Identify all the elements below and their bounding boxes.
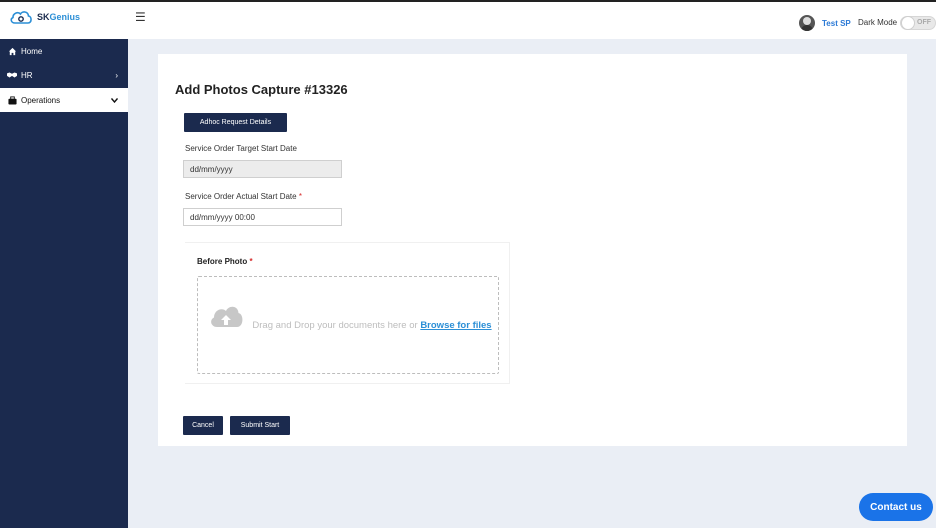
cancel-button[interactable]: Cancel — [183, 416, 223, 435]
page-title: Add Photos Capture #13326 — [175, 82, 348, 97]
dark-mode-toggle[interactable]: OFF — [900, 16, 936, 30]
sidebar-item-home[interactable]: Home — [0, 39, 128, 63]
actual-start-field[interactable]: dd/mm/yyyy 00:00 — [183, 208, 342, 226]
brand-name: SKGenius — [37, 12, 81, 22]
sidebar-item-label: Operations — [21, 95, 61, 105]
submit-start-button[interactable]: Submit Start — [230, 416, 290, 435]
required-mark: * — [249, 257, 253, 266]
toggle-knob — [901, 16, 915, 30]
avatar — [799, 15, 815, 31]
menu-toggle-icon[interactable]: ☰ — [135, 10, 146, 24]
sidebar: Home HR › Operations — [0, 39, 128, 528]
sidebar-item-label: Home — [21, 46, 43, 56]
handshake-icon — [7, 70, 17, 80]
toggle-state: OFF — [917, 19, 931, 26]
cloud-logo-icon — [10, 11, 32, 24]
brand-logo[interactable]: SKGenius — [9, 8, 80, 26]
required-mark: * — [298, 192, 302, 201]
user-name[interactable]: Test SP — [822, 19, 851, 28]
briefcase-icon — [7, 95, 17, 105]
sidebar-item-hr[interactable]: HR › — [0, 63, 128, 87]
dark-mode-label: Dark Mode — [858, 18, 898, 27]
sidebar-item-operations[interactable]: Operations — [0, 88, 128, 112]
browse-files-link[interactable]: Browse for files — [420, 320, 491, 331]
target-start-field: dd/mm/yyyy — [183, 160, 342, 178]
chevron-right-icon: › — [115, 70, 118, 80]
target-start-label: Service Order Target Start Date — [185, 144, 297, 153]
drop-instructions: Drag and Drop your documents here or Bro… — [252, 320, 492, 331]
adhoc-request-details-button[interactable]: Adhoc Request Details — [184, 113, 287, 132]
sidebar-item-label: HR — [21, 70, 33, 80]
before-photo-label: Before Photo * — [197, 257, 253, 266]
chevron-down-icon — [110, 96, 119, 105]
user-menu[interactable]: Test SP — [799, 15, 851, 31]
top-bar: SKGenius ☰ Test SP Dark Mode OFF — [0, 0, 936, 39]
home-icon — [7, 46, 17, 56]
cloud-upload-icon — [211, 306, 243, 327]
actual-start-label: Service Order Actual Start Date * — [185, 192, 302, 201]
contact-us-button[interactable]: Contact us — [859, 493, 933, 521]
